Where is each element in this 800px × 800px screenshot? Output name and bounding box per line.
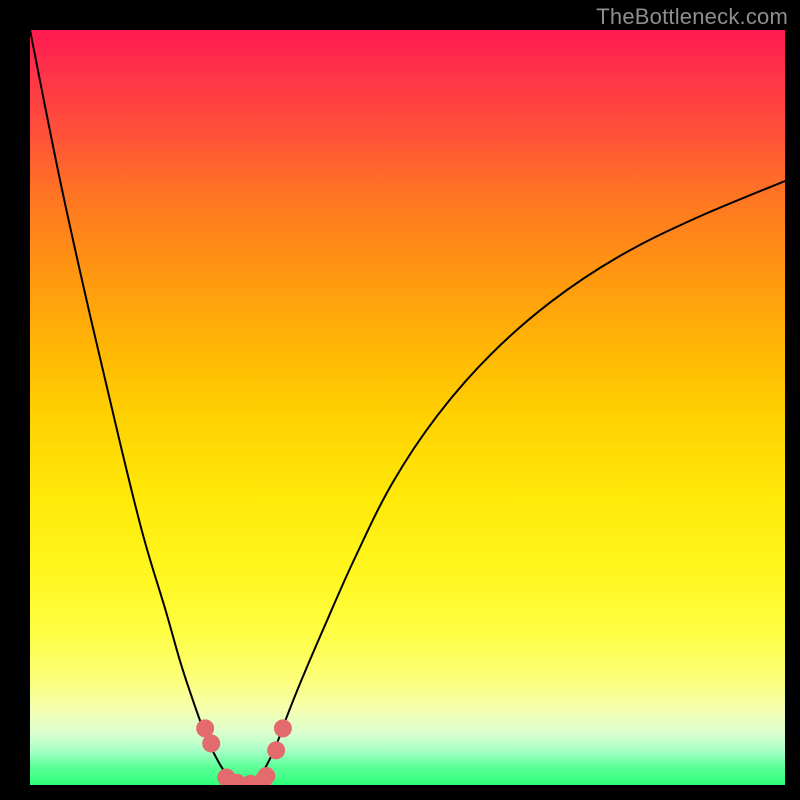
data-marker (257, 767, 275, 785)
data-marker (202, 734, 220, 752)
curve-left-branch (30, 30, 249, 785)
watermark-text: TheBottleneck.com (596, 4, 788, 30)
chart-stage: TheBottleneck.com (0, 0, 800, 800)
plot-svg (30, 30, 785, 785)
data-marker (267, 741, 285, 759)
curve-right-branch (249, 181, 785, 785)
data-marker (274, 719, 292, 737)
marker-layer (196, 719, 292, 785)
plot-area (30, 30, 785, 785)
series-layer (30, 30, 785, 785)
